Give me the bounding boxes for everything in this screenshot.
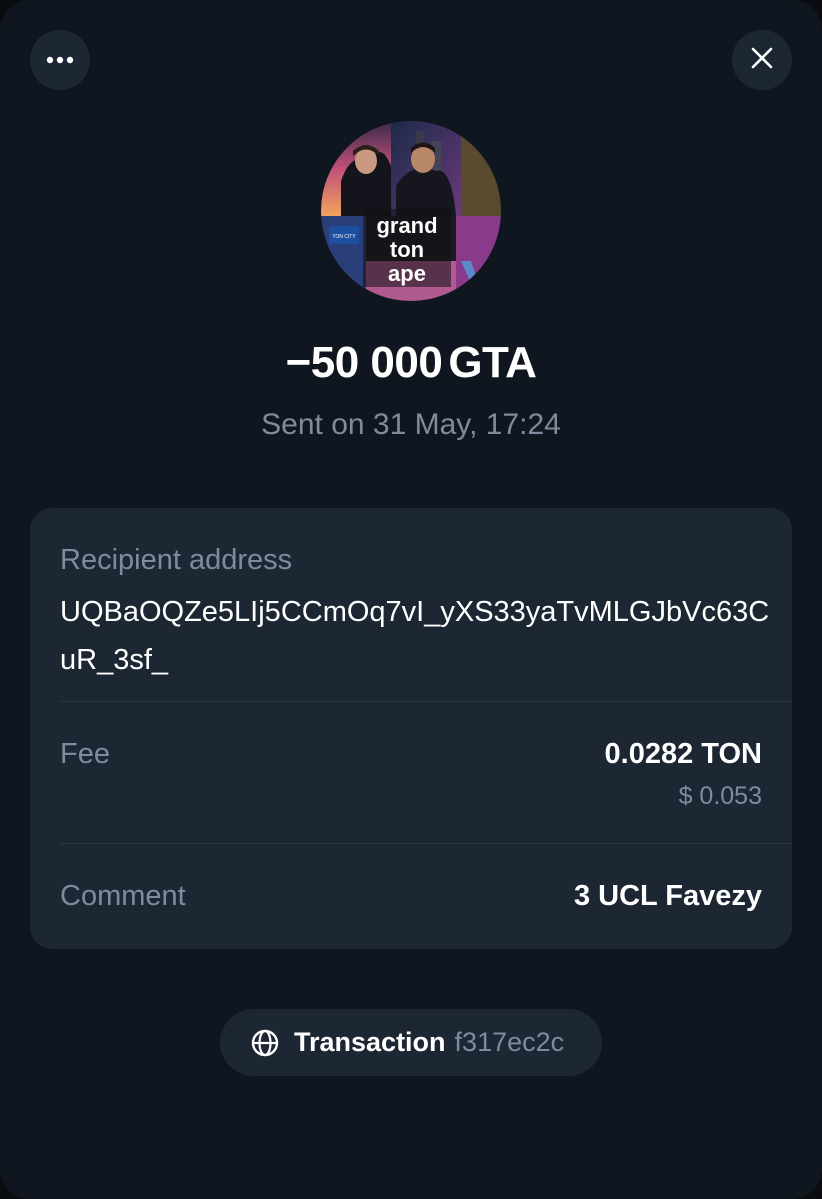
amount-sign: − [285,338,312,387]
transaction-label: Transaction [294,1027,446,1057]
details-card: Recipient address UQBaOQZe5LIj5CCmOq7vI_… [30,508,792,949]
token-avatar: TON CITY grand ton ape [321,121,501,301]
divider [60,701,792,702]
transaction-details-sheet: TON CITY grand ton ape −50 000 GTA Sent o… [0,0,822,1199]
globe-icon [250,1028,280,1058]
more-horizontal-icon [46,51,74,69]
transaction-status: Sent on 31 May, 17:24 [261,408,561,441]
amount-value: 50 000 [310,338,443,387]
avatar-title-line-3: ape [388,261,426,286]
recipient-label: Recipient address [60,544,293,576]
amount: −50 000 GTA [0,338,822,388]
avatar-title-line-2: ton [390,237,424,262]
amount-ticker: GTA [448,338,537,387]
comment-label: Comment [60,880,186,912]
recipient-address[interactable]: UQBaOQZe5LIj5CCmOq7vI_yXS33yaTvMLGJbVc63… [60,588,780,684]
avatar-title-line-1: grand [376,213,437,238]
more-button[interactable] [30,30,90,90]
transaction-explorer-button[interactable]: Transaction f317ec2c [220,1009,602,1076]
divider [60,843,792,844]
fee-usd-value: $ 0.053 [678,782,762,810]
comment-value: 3 UCL Favezy [573,880,762,912]
fee-label: Fee [60,738,110,770]
close-button[interactable] [732,30,792,90]
transaction-hash: f317ec2c [454,1027,565,1057]
fee-value: 0.0282 TON [604,738,762,770]
close-icon [751,47,773,74]
avatar-sign-text: TON CITY [332,234,356,240]
